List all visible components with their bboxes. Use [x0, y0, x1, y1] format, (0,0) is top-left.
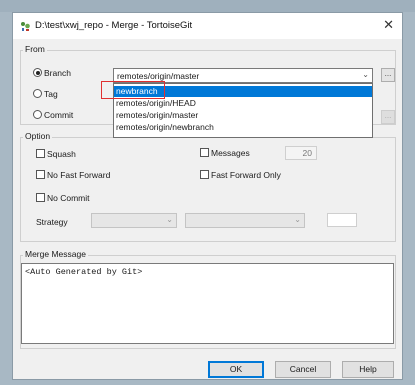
messages-count-field[interactable]: 20: [285, 146, 317, 160]
strategy-option-combo[interactable]: ⌄: [185, 213, 305, 228]
chevron-down-icon[interactable]: ⌄: [294, 215, 301, 224]
branch-combo-value: remotes/origin/master: [117, 71, 200, 81]
chevron-down-icon[interactable]: ⌄: [362, 70, 369, 79]
cancel-button[interactable]: Cancel: [275, 361, 331, 378]
commit-radio[interactable]: [33, 110, 42, 119]
tag-radio[interactable]: [33, 89, 42, 98]
background-strip: [0, 0, 415, 12]
close-icon[interactable]: ✕: [383, 18, 394, 32]
highlight-annotation-box: [101, 81, 165, 99]
merge-message-textarea[interactable]: <Auto Generated by Git>: [21, 263, 394, 344]
strategy-label: Strategy: [36, 217, 68, 227]
browse-commit-button[interactable]: ...: [381, 110, 395, 124]
dropdown-item-origin-newbranch[interactable]: remotes/origin/newbranch: [114, 122, 372, 133]
strategy-combo[interactable]: ⌄: [91, 213, 177, 228]
window-title: D:\test\xwj_repo - Merge - TortoiseGit: [35, 20, 193, 31]
squash-label: Squash: [47, 149, 76, 159]
merge-message-text: <Auto Generated by Git>: [25, 267, 143, 277]
branch-radio[interactable]: [33, 68, 42, 77]
fast-forward-only-checkbox[interactable]: [200, 170, 209, 179]
chevron-down-icon[interactable]: ⌄: [166, 215, 173, 224]
branch-label: Branch: [44, 68, 71, 78]
messages-label: Messages: [211, 148, 250, 158]
commit-label: Commit: [44, 110, 74, 120]
no-commit-checkbox[interactable]: [36, 193, 45, 202]
strategy-param-field[interactable]: [327, 213, 357, 227]
messages-checkbox[interactable]: [200, 148, 209, 157]
dropdown-item-origin-head[interactable]: remotes/origin/HEAD: [114, 98, 372, 109]
fast-forward-only-label: Fast Forward Only: [211, 170, 281, 180]
no-fast-forward-checkbox[interactable]: [36, 170, 45, 179]
help-button[interactable]: Help: [342, 361, 394, 378]
squash-checkbox[interactable]: [36, 149, 45, 158]
option-legend: Option: [23, 131, 53, 141]
no-commit-label: No Commit: [47, 193, 90, 203]
from-legend: From: [23, 44, 47, 54]
tortoisegit-icon: [21, 22, 30, 31]
dropdown-item-origin-master[interactable]: remotes/origin/master: [114, 110, 372, 121]
merge-message-legend: Merge Message: [23, 249, 88, 259]
ok-button[interactable]: OK: [208, 361, 264, 378]
merge-dialog: D:\test\xwj_repo - Merge - TortoiseGit ✕…: [12, 12, 403, 380]
no-fast-forward-label: No Fast Forward: [47, 170, 111, 180]
tag-label: Tag: [44, 89, 58, 99]
browse-branch-button[interactable]: ...: [381, 68, 395, 82]
title-bar: D:\test\xwj_repo - Merge - TortoiseGit ✕: [13, 13, 402, 39]
